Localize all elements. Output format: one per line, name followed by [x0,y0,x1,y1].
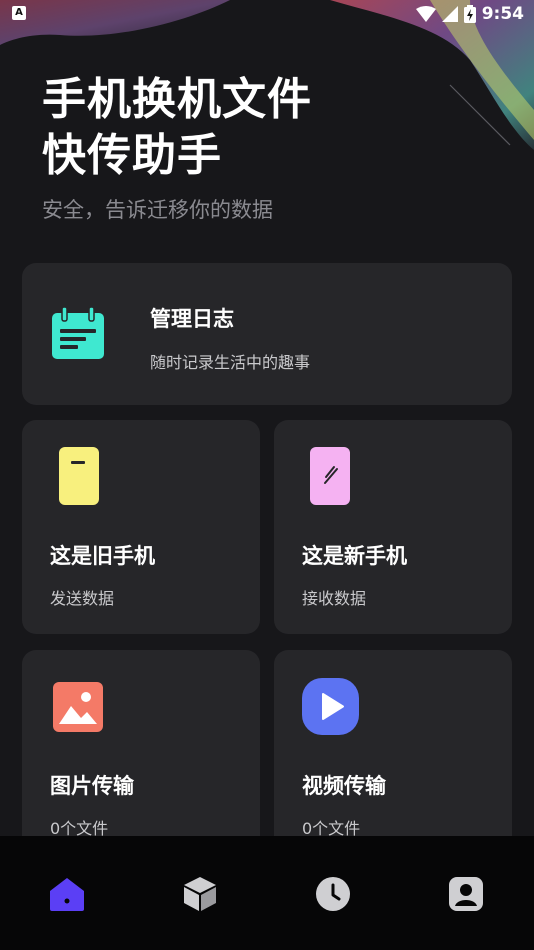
new-phone-subtitle: 接收数据 [302,589,367,608]
nav-profile-tab[interactable] [446,874,486,914]
clock-time: 9:54 [481,4,524,24]
image-icon [53,682,103,732]
battery-icon [463,5,476,23]
video-transfer-title: 视频传输 [302,774,386,798]
manage-log-subtitle: 随时记录生活中的趣事 [150,353,311,372]
image-transfer-title: 图片传输 [50,774,134,798]
page-title: 手机换机文件 快传助手 [42,74,312,181]
new-phone-title: 这是新手机 [302,544,407,568]
clock-icon [316,877,350,911]
play-icon [302,678,359,735]
wifi-icon [415,6,436,22]
bottom-navigation [0,836,534,950]
nav-history-tab[interactable] [313,874,353,914]
page-subtitle: 安全，告诉迁移你的数据 [42,198,273,222]
new-phone-card[interactable]: 这是新手机 接收数据 [274,420,512,634]
image-transfer-card[interactable]: 图片传输 0个文件 [22,650,260,864]
old-phone-title: 这是旧手机 [50,544,155,568]
status-bar: A 9:54 [0,0,534,28]
manage-log-card[interactable]: 管理日志 随时记录生活中的趣事 [22,263,512,405]
manage-log-title: 管理日志 [150,307,234,331]
new-phone-icon [310,447,350,505]
home-icon [50,878,84,911]
signal-icon [441,6,458,22]
calendar-icon [52,307,104,359]
box-icon [184,877,216,911]
status-icons: 9:54 [415,3,524,25]
old-phone-subtitle: 发送数据 [50,589,115,608]
profile-icon [449,877,483,911]
video-transfer-card[interactable]: 视频传输 0个文件 [274,650,512,864]
old-phone-icon [59,447,99,505]
nav-box-tab[interactable] [180,874,220,914]
old-phone-card[interactable]: 这是旧手机 发送数据 [22,420,260,634]
notification-badge: A [12,6,26,20]
nav-home-tab[interactable] [47,874,87,914]
